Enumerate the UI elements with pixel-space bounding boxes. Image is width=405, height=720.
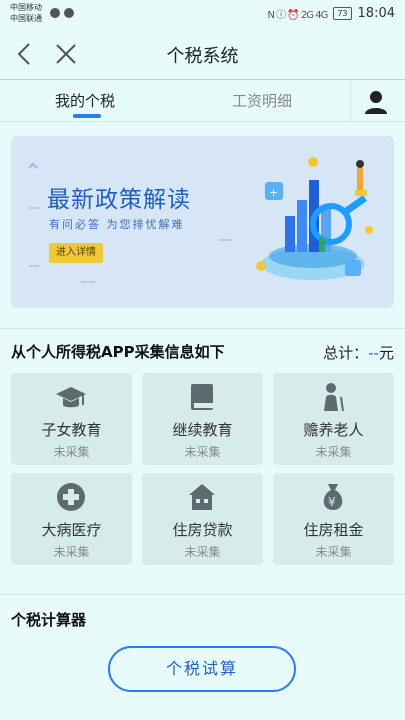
card-status: 未采集 <box>315 545 352 559</box>
total-value: -- <box>368 344 379 362</box>
total-unit: 元 <box>378 344 394 362</box>
card-status: 未采集 <box>53 545 90 559</box>
section-title: 从个人所得税APP采集信息如下 <box>11 343 225 361</box>
card-serious-illness[interactable]: 大病医疗 未采集 <box>11 473 132 565</box>
card-label: 赡养老人 <box>303 421 364 439</box>
tab-my-tax[interactable]: 我的个税 <box>55 90 115 111</box>
banner-title: 最新政策解读 <box>47 187 191 213</box>
calculator-title: 个税计算器 <box>11 611 87 629</box>
total-label: 总计： <box>323 344 369 362</box>
book-icon <box>191 384 213 410</box>
banner-detail-button[interactable]: 进入详情 <box>49 243 103 263</box>
close-button[interactable] <box>52 40 80 68</box>
profile-button[interactable] <box>362 88 390 116</box>
status-bar: 中国移动 中国联通 N ⓘ ⏰ 2G 4G 73 18:04 <box>0 0 405 28</box>
deduction-grid: 子女教育 未采集 继续教育 未采集 赡养老人 未采集 大病医疗 未采集 住房贷款… <box>11 373 394 565</box>
card-housing-loan[interactable]: 住房贷款 未采集 <box>142 473 263 565</box>
data-analysis-illustration: + <box>256 157 373 280</box>
nav-bar: 个税系统 <box>0 28 405 80</box>
card-label: 住房贷款 <box>172 521 233 539</box>
card-elderly-support[interactable]: 赡养老人 未采集 <box>273 373 394 465</box>
banner-subtitle: 有问必答 为您排忧解难 <box>49 218 185 231</box>
card-status: 未采集 <box>53 445 90 459</box>
elderly-person-icon <box>324 383 344 412</box>
carrier-1: 中国移动 <box>10 3 42 12</box>
card-continuing-education[interactable]: 继续教育 未采集 <box>142 373 263 465</box>
tab-salary-details[interactable]: 工资明细 <box>232 90 292 111</box>
status-time: 18:04 <box>357 6 395 21</box>
medical-cross-icon <box>57 483 85 511</box>
card-label: 住房租金 <box>303 521 364 539</box>
message-icon <box>64 8 74 18</box>
user-icon <box>365 91 387 114</box>
card-housing-rent[interactable]: ¥ 住房租金 未采集 <box>273 473 394 565</box>
card-status: 未采集 <box>315 445 352 459</box>
tax-trial-calc-button[interactable]: 个税试算 <box>108 646 296 692</box>
signal-indicators: N ⓘ ⏰ 2G 4G <box>267 10 328 21</box>
collected-info-section: 从个人所得税APP采集信息如下 总计：--元 子女教育 未采集 继续教育 未采集 <box>0 328 405 586</box>
battery-icon: 73 <box>333 7 352 20</box>
card-status: 未采集 <box>184 445 221 459</box>
svg-text:+: + <box>269 186 278 199</box>
active-tab-indicator <box>73 114 101 118</box>
money-bag-icon: ¥ <box>323 484 343 510</box>
total-amount: 总计：--元 <box>323 342 394 363</box>
tax-calculator-section: 个税计算器 个税试算 <box>0 594 405 720</box>
carrier-info: 中国移动 中国联通 <box>10 2 42 24</box>
card-child-education[interactable]: 子女教育 未采集 <box>11 373 132 465</box>
chevron-left-icon <box>17 43 30 65</box>
card-label: 子女教育 <box>41 421 102 439</box>
tab-divider <box>350 80 351 122</box>
svg-text:¥: ¥ <box>328 495 336 509</box>
policy-banner[interactable]: 最新政策解读 有问必答 为您排忧解难 进入详情 + <box>11 136 394 308</box>
graduation-cap-icon <box>56 387 86 408</box>
card-label: 继续教育 <box>172 421 233 439</box>
carrier-2: 中国联通 <box>10 14 42 23</box>
house-icon <box>189 484 215 510</box>
card-status: 未采集 <box>184 545 221 559</box>
back-button[interactable] <box>12 40 40 68</box>
close-icon <box>56 44 76 64</box>
status-right: N ⓘ ⏰ 2G 4G 73 18:04 <box>267 6 395 21</box>
location-icon <box>50 8 60 18</box>
notification-icons <box>50 8 74 18</box>
card-label: 大病医疗 <box>41 521 102 539</box>
tab-bar: 我的个税 工资明细 <box>0 80 405 122</box>
